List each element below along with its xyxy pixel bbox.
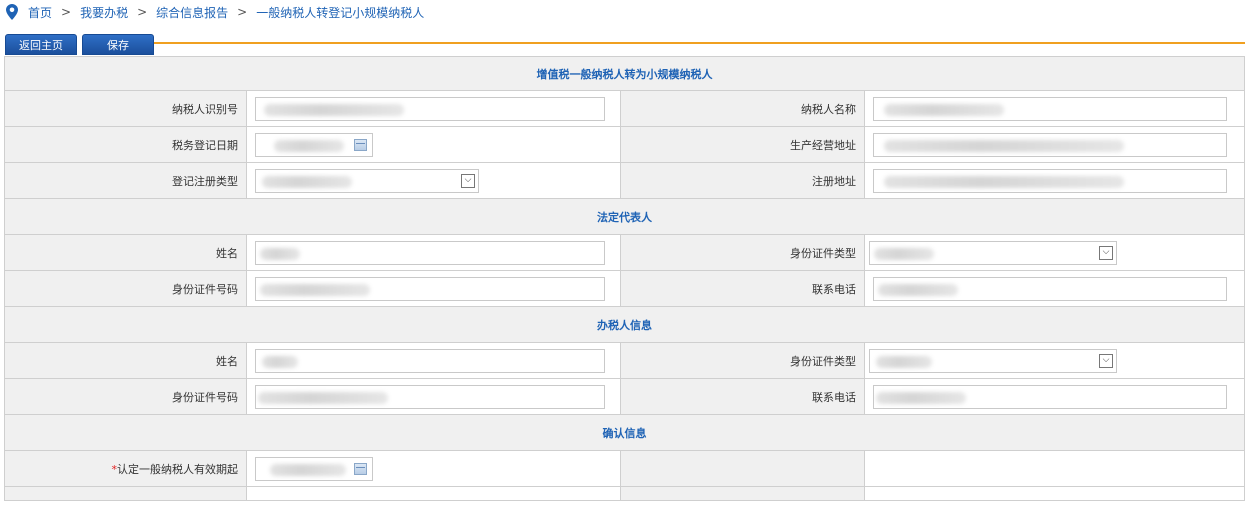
legal-name-label: 姓名 (4, 234, 247, 271)
taxpayer-name-label: 纳税人名称 (620, 90, 865, 127)
effective-start-label-text: 认定一般纳税人有效期起 (117, 462, 238, 476)
calendar-icon[interactable] (354, 138, 367, 151)
breadcrumb-separator: > (237, 5, 248, 19)
section-title-legal-rep: 法定代表人 (4, 198, 1245, 235)
taxpayer-id-label: 纳税人识别号 (4, 90, 247, 127)
breadcrumb-separator: > (61, 5, 72, 19)
chevron-down-icon[interactable]: ⌵ (1099, 245, 1113, 260)
breadcrumb-separator: > (137, 5, 148, 19)
legal-name-input[interactable] (255, 240, 605, 265)
legal-phone-input[interactable] (873, 276, 1227, 301)
section-title-tax-agent: 办税人信息 (4, 306, 1245, 343)
agent-id-number-input[interactable] (255, 384, 605, 409)
next-row-value (246, 486, 621, 501)
breadcrumb: 首页 > 我要办税 > 综合信息报告 > 一般纳税人转登记小规模纳税人 (6, 2, 424, 22)
next-row-label-right (620, 486, 865, 501)
agent-id-type-label: 身份证件类型 (620, 342, 865, 379)
taxpayer-name-input[interactable] (873, 96, 1227, 121)
section-title-main: 增值税一般纳税人转为小规模纳税人 (4, 56, 1245, 91)
legal-id-number-label: 身份证件号码 (4, 270, 247, 307)
registration-type-select[interactable]: ⌵ (255, 168, 479, 193)
registration-type-label: 登记注册类型 (4, 162, 247, 199)
next-row-value-right (864, 486, 1245, 501)
section-title-confirm: 确认信息 (4, 414, 1245, 451)
legal-id-type-select[interactable]: ⌵ (869, 240, 1117, 265)
agent-phone-label: 联系电话 (620, 378, 865, 415)
agent-phone-input[interactable] (873, 384, 1227, 409)
registered-address-label: 注册地址 (620, 162, 865, 199)
registered-address-input[interactable] (873, 168, 1227, 193)
legal-phone-label: 联系电话 (620, 270, 865, 307)
return-home-button[interactable]: 返回主页 (5, 34, 77, 55)
registration-date-input[interactable] (255, 132, 373, 157)
agent-id-number-label: 身份证件号码 (4, 378, 247, 415)
breadcrumb-home-link[interactable]: 首页 (28, 4, 52, 21)
agent-name-label: 姓名 (4, 342, 247, 379)
registration-date-label: 税务登记日期 (4, 126, 247, 163)
toolbar-divider (150, 42, 1245, 44)
breadcrumb-current[interactable]: 一般纳税人转登记小规模纳税人 (256, 4, 424, 21)
agent-name-input[interactable] (255, 348, 605, 373)
registration-form: 增值税一般纳税人转为小规模纳税人 纳税人识别号 纳税人名称 税务登记日期 生产经… (4, 56, 1245, 501)
effective-start-date-input[interactable] (255, 456, 373, 481)
empty-label-cell (620, 450, 865, 487)
agent-id-type-select[interactable]: ⌵ (869, 348, 1117, 373)
location-pin-icon (6, 4, 18, 20)
chevron-down-icon[interactable]: ⌵ (1099, 353, 1113, 368)
effective-start-label: *认定一般纳税人有效期起 (4, 450, 247, 487)
business-address-label: 生产经营地址 (620, 126, 865, 163)
business-address-input[interactable] (873, 132, 1227, 157)
empty-value-cell (864, 450, 1245, 487)
breadcrumb-tax-link[interactable]: 我要办税 (80, 4, 128, 21)
toolbar: 返回主页 保存 (0, 32, 1245, 55)
taxpayer-id-input[interactable] (255, 96, 605, 121)
chevron-down-icon[interactable]: ⌵ (461, 173, 475, 188)
legal-id-type-label: 身份证件类型 (620, 234, 865, 271)
breadcrumb-report-link[interactable]: 综合信息报告 (156, 4, 228, 21)
calendar-icon[interactable] (354, 462, 367, 475)
save-button[interactable]: 保存 (82, 34, 154, 55)
legal-id-number-input[interactable] (255, 276, 605, 301)
next-row-label (4, 486, 247, 501)
